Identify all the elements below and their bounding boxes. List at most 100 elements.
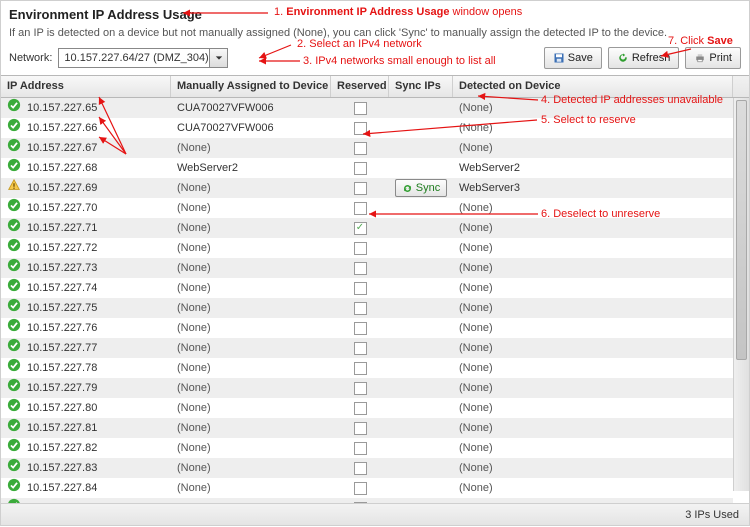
assigned-device: (None) bbox=[171, 358, 331, 378]
table-row[interactable]: 10.157.227.65CUA70027VFW006(None) bbox=[1, 98, 733, 118]
reserved-checkbox[interactable] bbox=[354, 202, 367, 215]
reserved-checkbox[interactable] bbox=[354, 162, 367, 175]
detected-device: (None) bbox=[453, 358, 733, 378]
ip-address: 10.157.227.72 bbox=[27, 238, 97, 258]
print-button[interactable]: Print bbox=[685, 47, 741, 69]
col-reserved[interactable]: Reserved bbox=[331, 76, 389, 97]
assigned-device: (None) bbox=[171, 238, 331, 258]
table-row[interactable]: 10.157.227.82(None)(None) bbox=[1, 438, 733, 458]
table-row[interactable]: 10.157.227.77(None)(None) bbox=[1, 338, 733, 358]
table-row[interactable]: 10.157.227.75(None)(None) bbox=[1, 298, 733, 318]
table-row[interactable]: 10.157.227.67(None)(None) bbox=[1, 138, 733, 158]
save-icon bbox=[553, 52, 565, 64]
detected-device: (None) bbox=[453, 278, 733, 298]
ip-address: 10.157.227.69 bbox=[27, 178, 97, 198]
col-detected[interactable]: Detected on Device bbox=[453, 76, 733, 97]
ip-address: 10.157.227.71 bbox=[27, 218, 97, 238]
status-ok-icon bbox=[7, 98, 21, 118]
reserved-checkbox[interactable] bbox=[354, 122, 367, 135]
status-ok-icon bbox=[7, 438, 21, 458]
detected-device: (None) bbox=[453, 338, 733, 358]
table-row[interactable]: 10.157.227.71(None)(None) bbox=[1, 218, 733, 238]
reserved-checkbox[interactable] bbox=[354, 102, 367, 115]
table-row[interactable]: 10.157.227.66CUA70027VFW006(None) bbox=[1, 118, 733, 138]
ip-address: 10.157.227.76 bbox=[27, 318, 97, 338]
detected-device: (None) bbox=[453, 438, 733, 458]
assigned-device: (None) bbox=[171, 138, 331, 158]
table-row[interactable]: 10.157.227.84(None)(None) bbox=[1, 478, 733, 498]
detected-device: (None) bbox=[453, 318, 733, 338]
detected-device: WebServer3 bbox=[453, 178, 733, 198]
grid-header: IP Address Manually Assigned to Device R… bbox=[1, 76, 749, 98]
table-row[interactable]: 10.157.227.78 (None) (None) bbox=[1, 358, 733, 378]
sync-button[interactable]: Sync bbox=[395, 179, 447, 197]
detected-device: (None) bbox=[453, 138, 733, 158]
status-ok-icon bbox=[7, 378, 21, 398]
detected-device: (None) bbox=[453, 458, 733, 478]
reserved-checkbox[interactable] bbox=[354, 462, 367, 475]
table-row[interactable]: 10.157.227.69(None)SyncWebServer3 bbox=[1, 178, 733, 198]
reserved-checkbox[interactable] bbox=[354, 282, 367, 295]
table-row[interactable]: 10.157.227.68WebServer2WebServer2 bbox=[1, 158, 733, 178]
reserved-checkbox[interactable] bbox=[354, 482, 367, 495]
table-row[interactable]: 10.157.227.70(None)(None) bbox=[1, 198, 733, 218]
ip-address: 10.157.227.84 bbox=[27, 478, 97, 498]
table-row[interactable]: 10.157.227.83 (None) (None) bbox=[1, 458, 733, 478]
reserved-checkbox[interactable] bbox=[354, 402, 367, 415]
refresh-icon bbox=[617, 52, 629, 64]
detected-device: (None) bbox=[453, 118, 733, 138]
status-ok-icon bbox=[7, 278, 21, 298]
ip-address: 10.157.227.83 bbox=[27, 458, 97, 478]
reserved-checkbox[interactable] bbox=[354, 142, 367, 155]
ip-address: 10.157.227.78 bbox=[27, 358, 97, 378]
detected-device: (None) bbox=[453, 198, 733, 218]
reserved-checkbox[interactable] bbox=[354, 382, 367, 395]
assigned-device: WebServer2 bbox=[171, 158, 331, 178]
assigned-device: (None) bbox=[171, 438, 331, 458]
scrollbar-thumb[interactable] bbox=[736, 100, 747, 360]
ip-address: 10.157.227.81 bbox=[27, 418, 97, 438]
table-row[interactable]: 10.157.227.79(None)(None) bbox=[1, 378, 733, 398]
col-assigned[interactable]: Manually Assigned to Device bbox=[171, 76, 331, 97]
reserved-checkbox[interactable] bbox=[354, 222, 367, 235]
detected-device: (None) bbox=[453, 258, 733, 278]
assigned-device: (None) bbox=[171, 318, 331, 338]
table-row[interactable]: 10.157.227.72 (None) (None) bbox=[1, 238, 733, 258]
refresh-button[interactable]: Refresh bbox=[608, 47, 680, 69]
detected-device: (None) bbox=[453, 418, 733, 438]
status-ok-icon bbox=[7, 238, 21, 258]
table-row[interactable]: 10.157.227.81(None)(None) bbox=[1, 418, 733, 438]
assigned-device: (None) bbox=[171, 458, 331, 478]
table-row[interactable]: 10.157.227.76 (None) (None) bbox=[1, 318, 733, 338]
vertical-scrollbar[interactable] bbox=[733, 98, 749, 491]
reserved-checkbox[interactable] bbox=[354, 182, 367, 195]
save-button[interactable]: Save bbox=[544, 47, 602, 69]
assigned-device: (None) bbox=[171, 478, 331, 498]
status-ok-icon bbox=[7, 338, 21, 358]
col-sync[interactable]: Sync IPs bbox=[389, 76, 453, 97]
ip-address: 10.157.227.70 bbox=[27, 198, 97, 218]
reserved-checkbox[interactable] bbox=[354, 322, 367, 335]
ip-address: 10.157.227.66 bbox=[27, 118, 97, 138]
col-ip[interactable]: IP Address bbox=[1, 76, 171, 97]
status-ok-icon bbox=[7, 358, 21, 378]
reserved-checkbox[interactable] bbox=[354, 422, 367, 435]
reserved-checkbox[interactable] bbox=[354, 262, 367, 275]
status-ok-icon bbox=[7, 258, 21, 278]
assigned-device: (None) bbox=[171, 258, 331, 278]
reserved-checkbox[interactable] bbox=[354, 442, 367, 455]
status-ok-icon bbox=[7, 298, 21, 318]
reserved-checkbox[interactable] bbox=[354, 242, 367, 255]
reserved-checkbox[interactable] bbox=[354, 302, 367, 315]
network-label: Network: bbox=[9, 52, 52, 64]
table-row[interactable]: 10.157.227.74(None)(None) bbox=[1, 278, 733, 298]
print-icon bbox=[694, 52, 706, 64]
reserved-checkbox[interactable] bbox=[354, 362, 367, 375]
detected-device: (None) bbox=[453, 238, 733, 258]
status-warn-icon bbox=[7, 178, 21, 198]
reserved-checkbox[interactable] bbox=[354, 342, 367, 355]
table-row[interactable]: 10.157.227.80(None)(None) bbox=[1, 398, 733, 418]
network-select[interactable]: 10.157.227.64/27 (DMZ_304) bbox=[58, 48, 228, 68]
table-row[interactable]: 10.157.227.73(None)(None) bbox=[1, 258, 733, 278]
dropdown-arrow-icon[interactable] bbox=[209, 49, 227, 67]
